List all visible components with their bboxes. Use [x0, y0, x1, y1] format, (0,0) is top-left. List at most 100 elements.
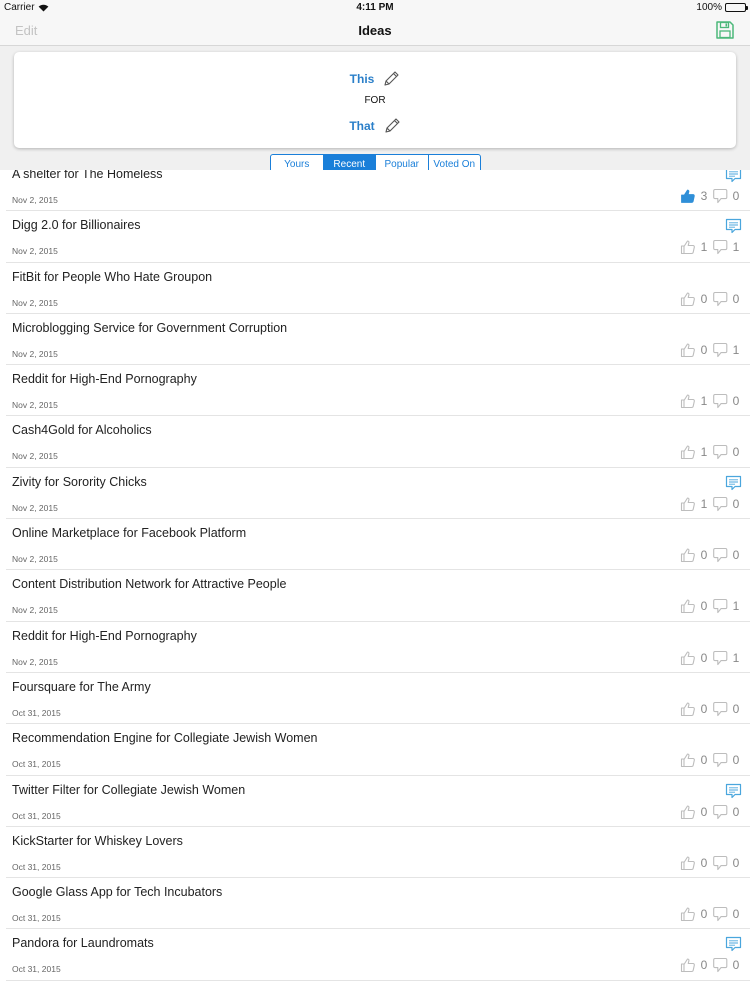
idea-title: Digg 2.0 for Billionaires — [12, 218, 141, 233]
thumbs-up-icon[interactable] — [680, 342, 696, 358]
for-label: FOR — [364, 95, 386, 106]
comment-icon[interactable] — [725, 475, 742, 491]
idea-title: Pandora for Laundromats — [12, 936, 154, 951]
thumbs-down-icon[interactable] — [712, 291, 728, 307]
thumbs-down-icon[interactable] — [712, 496, 728, 512]
thumbs-up-icon[interactable] — [680, 239, 696, 255]
thumbs-down-icon[interactable] — [712, 701, 728, 717]
thumbs-down-icon[interactable] — [712, 239, 728, 255]
vote-controls: 1 0 — [680, 444, 744, 460]
vote-controls: 0 0 — [680, 291, 744, 307]
thumbs-up-icon[interactable] — [680, 496, 696, 512]
thumbs-up-icon[interactable] — [680, 598, 696, 614]
idea-title: Google Glass App for Tech Incubators — [12, 885, 223, 900]
comment-icon[interactable] — [725, 936, 742, 952]
upvote-count: 0 — [700, 804, 708, 819]
pencil-icon[interactable] — [383, 117, 401, 135]
upvote-count: 1 — [700, 496, 708, 511]
battery-icon — [725, 3, 748, 12]
vote-controls: 3 0 — [680, 188, 744, 204]
thumbs-up-icon[interactable] — [680, 650, 696, 666]
thumbs-down-icon[interactable] — [712, 547, 728, 563]
that-line: That — [14, 117, 736, 135]
idea-title: Reddit for High-End Pornography — [12, 372, 197, 387]
downvote-count: 1 — [732, 599, 740, 614]
downvote-count: 0 — [732, 496, 740, 511]
vote-controls: 1 0 — [680, 393, 744, 409]
thumbs-down-icon[interactable] — [712, 855, 728, 871]
upvote-count: 0 — [700, 958, 708, 973]
thumbs-down-icon[interactable] — [712, 906, 728, 922]
downvote-count: 0 — [732, 701, 740, 716]
idea-row[interactable]: Recommendation Engine for Collegiate Jew… — [6, 724, 750, 776]
comment-icon[interactable] — [725, 218, 742, 234]
save-icon[interactable] — [715, 20, 735, 40]
thumbs-down-icon[interactable] — [712, 598, 728, 614]
idea-row[interactable]: FitBit for People Who Hate Groupon Nov 2… — [6, 263, 750, 314]
idea-row[interactable]: Twitter Filter for Collegiate Jewish Wom… — [6, 776, 750, 827]
idea-row[interactable]: Google Glass App for Tech Incubators Oct… — [6, 878, 750, 930]
thumbs-up-icon[interactable] — [680, 906, 696, 922]
pencil-icon[interactable] — [382, 70, 400, 88]
idea-row[interactable]: Cash4Gold for Alcoholics Nov 2, 2015 1 0 — [6, 416, 750, 468]
idea-date: Nov 2, 2015 — [12, 451, 58, 462]
upvote-count: 3 — [700, 189, 708, 203]
thumbs-up-icon[interactable] — [680, 855, 696, 871]
idea-date: Nov 2, 2015 — [12, 554, 58, 565]
idea-title: Microblogging Service for Government Cor… — [12, 320, 288, 335]
idea-date: Nov 2, 2015 — [12, 656, 58, 667]
upvote-count: 0 — [700, 753, 708, 768]
thumbs-up-icon[interactable] — [680, 804, 696, 820]
thumbs-down-icon[interactable] — [712, 957, 728, 973]
thumbs-up-icon[interactable] — [680, 188, 696, 204]
upvote-count: 0 — [700, 599, 708, 614]
idea-title: Foursquare for The Army — [12, 679, 151, 694]
thumbs-up-icon[interactable] — [680, 547, 696, 563]
comment-icon[interactable] — [725, 783, 742, 799]
idea-date: Nov 2, 2015 — [12, 400, 58, 411]
thumbs-up-icon[interactable] — [680, 701, 696, 717]
thumbs-up-icon[interactable] — [680, 444, 696, 460]
idea-row[interactable]: Reddit for High-End Pornography Nov 2, 2… — [6, 365, 750, 417]
that-word[interactable]: That — [349, 119, 374, 133]
idea-row[interactable]: Microblogging Service for Government Cor… — [6, 314, 750, 366]
thumbs-up-icon[interactable] — [680, 291, 696, 307]
comment-icon[interactable] — [725, 170, 742, 183]
thumbs-down-icon[interactable] — [712, 188, 728, 204]
idea-row[interactable]: Digg 2.0 for Billionaires Nov 2, 2015 1 … — [6, 211, 750, 263]
thumbs-down-icon[interactable] — [712, 444, 728, 460]
ideas-list[interactable]: A shelter for The Homeless Nov 2, 2015 3… — [0, 170, 750, 1000]
idea-row[interactable]: Foursquare for The Army Oct 31, 2015 0 0 — [6, 673, 750, 725]
thumbs-down-icon[interactable] — [712, 650, 728, 666]
idea-row[interactable]: Content Distribution Network for Attract… — [6, 570, 750, 622]
idea-title: Reddit for High-End Pornography — [12, 628, 197, 643]
thumbs-up-icon[interactable] — [680, 752, 696, 768]
idea-row[interactable]: Online Marketplace for Facebook Platform… — [6, 519, 750, 571]
upvote-count: 1 — [700, 445, 708, 460]
idea-row[interactable]: A shelter for The Homeless Nov 2, 2015 3… — [6, 170, 750, 212]
thumbs-down-icon[interactable] — [712, 342, 728, 358]
page-title: Ideas — [358, 23, 392, 38]
idea-row[interactable]: KickStarter for Whiskey Lovers Oct 31, 2… — [6, 827, 750, 879]
idea-title: Twitter Filter for Collegiate Jewish Wom… — [12, 782, 246, 797]
idea-date: Nov 2, 2015 — [12, 348, 58, 359]
this-word[interactable]: This — [350, 72, 375, 86]
thumbs-up-icon[interactable] — [680, 393, 696, 409]
downvote-count: 0 — [732, 189, 740, 203]
idea-title: A shelter for The Homeless — [12, 170, 163, 181]
upvote-count: 0 — [700, 907, 708, 922]
this-for-that-card: This FOR That — [14, 52, 736, 148]
upvote-count: 1 — [700, 240, 708, 255]
thumbs-down-icon[interactable] — [712, 393, 728, 409]
downvote-count: 1 — [732, 650, 740, 665]
thumbs-down-icon[interactable] — [712, 804, 728, 820]
vote-controls: 0 0 — [680, 547, 744, 563]
downvote-count: 0 — [732, 958, 740, 973]
thumbs-up-icon[interactable] — [680, 957, 696, 973]
thumbs-down-icon[interactable] — [712, 752, 728, 768]
idea-row[interactable]: Pandora for Laundromats Oct 31, 2015 0 0 — [6, 929, 750, 981]
idea-row[interactable]: Reddit for High-End Pornography Nov 2, 2… — [6, 622, 750, 673]
idea-row[interactable]: Zivity for Sorority Chicks Nov 2, 2015 1… — [6, 468, 750, 520]
upvote-count: 0 — [700, 548, 708, 563]
idea-date: Oct 31, 2015 — [12, 810, 61, 821]
